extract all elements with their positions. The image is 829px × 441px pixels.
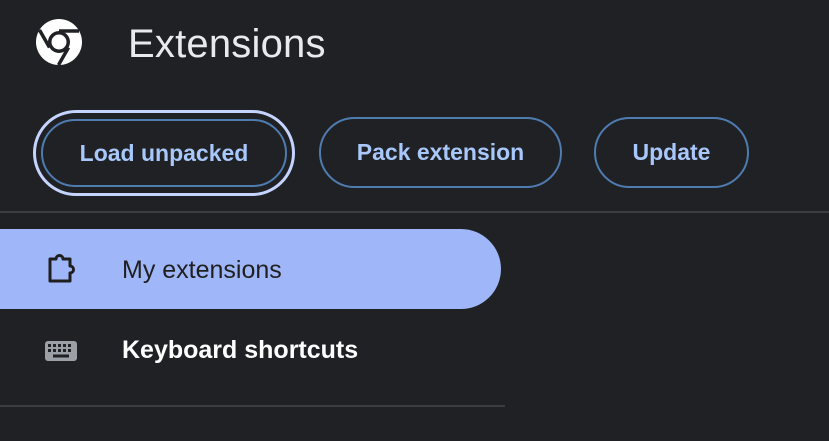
sidebar-divider — [0, 405, 505, 407]
keyboard-icon — [44, 335, 78, 369]
load-unpacked-button[interactable]: Load unpacked — [41, 119, 287, 187]
sidebar-item-label: Keyboard shortcuts — [122, 336, 359, 364]
sidebar-item-keyboard-shortcuts[interactable]: Keyboard shortcuts — [0, 311, 501, 391]
update-button[interactable]: Update — [594, 117, 749, 188]
sidebar-item-label: My extensions — [122, 256, 282, 284]
page-title: Extensions — [128, 22, 326, 66]
pack-extension-button[interactable]: Pack extension — [319, 117, 562, 188]
sidebar-item-my-extensions[interactable]: My extensions — [0, 229, 501, 309]
chrome-logo-icon — [34, 17, 84, 67]
toolbar-divider — [0, 211, 829, 213]
puzzle-icon — [44, 253, 78, 287]
extensions-page: Extensions Load unpacked Pack extension … — [0, 0, 829, 441]
